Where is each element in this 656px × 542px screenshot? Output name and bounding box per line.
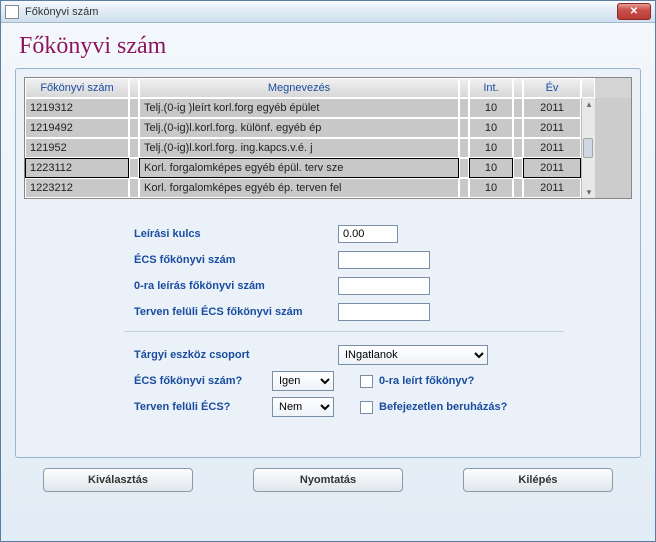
window-title: Főkönyvi szám bbox=[25, 6, 98, 18]
label-terven-feluli-q: Terven felüli ÉCS? bbox=[134, 401, 264, 413]
app-icon bbox=[5, 5, 19, 19]
cell-meg: Telj.(0-ig)l.korl.forg. ing.kapcs.v.é. j bbox=[139, 138, 459, 158]
table-row[interactable]: 1219492 Telj.(0-ig)l.korl.forg. különf. e… bbox=[25, 118, 581, 138]
cell-int: 10 bbox=[469, 158, 513, 178]
cell-fk: 1219312 bbox=[25, 98, 129, 118]
main-panel: Főkönyvi szám Megnevezés Int. Év 1219312… bbox=[15, 68, 641, 458]
cell-ev: 2011 bbox=[523, 178, 581, 198]
input-nullra-fk[interactable] bbox=[338, 277, 430, 295]
scroll-up-icon[interactable]: ▴ bbox=[584, 99, 594, 109]
label-befejezetlen: Befejezetlen beruházás? bbox=[379, 401, 507, 413]
cell-sep bbox=[129, 118, 139, 138]
cell-fk: 1223112 bbox=[25, 158, 129, 178]
label-nullra-leirt: 0-ra leírt főkönyv? bbox=[379, 375, 474, 387]
table-row[interactable]: 1223112 Korl. forgalomképes egyéb épül. t… bbox=[25, 158, 581, 178]
cell-sep bbox=[459, 178, 469, 198]
label-terven-feluli-fk: Terven felüli ÉCS főkönyvi szám bbox=[134, 306, 330, 318]
button-row: Kiválasztás Nyomtatás Kilépés bbox=[1, 468, 655, 492]
select-terven-feluli-q[interactable]: Nem bbox=[272, 397, 334, 417]
cell-sep bbox=[513, 158, 523, 178]
select-ecs-fk-q[interactable]: Igen bbox=[272, 371, 334, 391]
cell-meg: Telj.(0-ig)l.korl.forg. különf. egyéb ép bbox=[139, 118, 459, 138]
cell-fk: 1223212 bbox=[25, 178, 129, 198]
select-targyi[interactable]: INgatlanok bbox=[338, 345, 488, 365]
cell-sep bbox=[513, 138, 523, 158]
scroll-thumb[interactable] bbox=[583, 138, 593, 158]
cell-int: 10 bbox=[469, 178, 513, 198]
cell-ev: 2011 bbox=[523, 158, 581, 178]
cell-sep bbox=[129, 178, 139, 198]
col-header-megnevezes[interactable]: Megnevezés bbox=[139, 78, 459, 98]
scroll-down-icon[interactable]: ▾ bbox=[584, 187, 594, 197]
cell-int: 10 bbox=[469, 118, 513, 138]
cell-sep bbox=[459, 138, 469, 158]
select-button[interactable]: Kiválasztás bbox=[43, 468, 193, 492]
page-title: Főkönyvi szám bbox=[19, 33, 655, 60]
titlebar: Főkönyvi szám ✕ bbox=[1, 1, 655, 23]
table-row[interactable]: 1219312 Telj.(0-ig )leírt korl.forg egyéb… bbox=[25, 98, 581, 118]
table-row[interactable]: 1223212 Korl. forgalomképes egyéb ép. ter… bbox=[25, 178, 581, 198]
cell-int: 10 bbox=[469, 138, 513, 158]
cell-sep bbox=[459, 98, 469, 118]
cell-sep bbox=[513, 178, 523, 198]
cell-fk: 121952 bbox=[25, 138, 129, 158]
grid-header: Főkönyvi szám Megnevezés Int. Év bbox=[25, 78, 631, 98]
col-sep bbox=[513, 78, 523, 98]
checkbox-befejezetlen[interactable] bbox=[360, 401, 373, 414]
cell-ev: 2011 bbox=[523, 98, 581, 118]
grid-body: 1219312 Telj.(0-ig )leírt korl.forg egyéb… bbox=[25, 98, 581, 198]
col-header-int[interactable]: Int. bbox=[469, 78, 513, 98]
input-leirasi-kulcs[interactable] bbox=[338, 225, 398, 243]
exit-button[interactable]: Kilépés bbox=[463, 468, 613, 492]
col-header-fokonyvi[interactable]: Főkönyvi szám bbox=[25, 78, 129, 98]
cell-sep bbox=[459, 118, 469, 138]
cell-sep bbox=[129, 158, 139, 178]
col-scroll-spacer bbox=[581, 78, 595, 98]
cell-meg: Korl. forgalomképes egyéb ép. terven fel bbox=[139, 178, 459, 198]
close-button[interactable]: ✕ bbox=[617, 3, 651, 20]
col-sep bbox=[459, 78, 469, 98]
details-form: Leírási kulcs ÉCS főkönyvi szám 0-ra leí… bbox=[134, 221, 632, 420]
col-header-ev[interactable]: Év bbox=[523, 78, 581, 98]
cell-meg: Korl. forgalomképes egyéb épül. terv sze bbox=[139, 158, 459, 178]
table-row[interactable]: 121952 Telj.(0-ig)l.korl.forg. ing.kapcs.… bbox=[25, 138, 581, 158]
input-ecs-fk[interactable] bbox=[338, 251, 430, 269]
col-sep bbox=[129, 78, 139, 98]
cell-ev: 2011 bbox=[523, 118, 581, 138]
cell-sep bbox=[513, 118, 523, 138]
window: Főkönyvi szám ✕ Főkönyvi szám Főkönyvi s… bbox=[0, 0, 656, 542]
cell-int: 10 bbox=[469, 98, 513, 118]
cell-sep bbox=[459, 158, 469, 178]
cell-ev: 2011 bbox=[523, 138, 581, 158]
form-divider bbox=[124, 331, 564, 332]
checkbox-nullra-leirt[interactable] bbox=[360, 375, 373, 388]
cell-meg: Telj.(0-ig )leírt korl.forg egyéb épület bbox=[139, 98, 459, 118]
print-button[interactable]: Nyomtatás bbox=[253, 468, 403, 492]
label-leirasi-kulcs: Leírási kulcs bbox=[134, 228, 330, 240]
ledger-grid: Főkönyvi szám Megnevezés Int. Év 1219312… bbox=[24, 77, 632, 199]
grid-scrollbar[interactable]: ▴ ▾ bbox=[581, 98, 595, 198]
close-icon: ✕ bbox=[630, 6, 638, 17]
cell-sep bbox=[513, 98, 523, 118]
label-targyi: Tárgyi eszköz csoport bbox=[134, 349, 330, 361]
input-terven-feluli-fk[interactable] bbox=[338, 303, 430, 321]
cell-sep bbox=[129, 98, 139, 118]
label-nullra-fk: 0-ra leírás főkönyvi szám bbox=[134, 280, 330, 292]
cell-fk: 1219492 bbox=[25, 118, 129, 138]
label-ecs-fk-q: ÉCS főkönyvi szám? bbox=[134, 375, 264, 387]
label-ecs-fk: ÉCS főkönyvi szám bbox=[134, 254, 330, 266]
cell-sep bbox=[129, 138, 139, 158]
